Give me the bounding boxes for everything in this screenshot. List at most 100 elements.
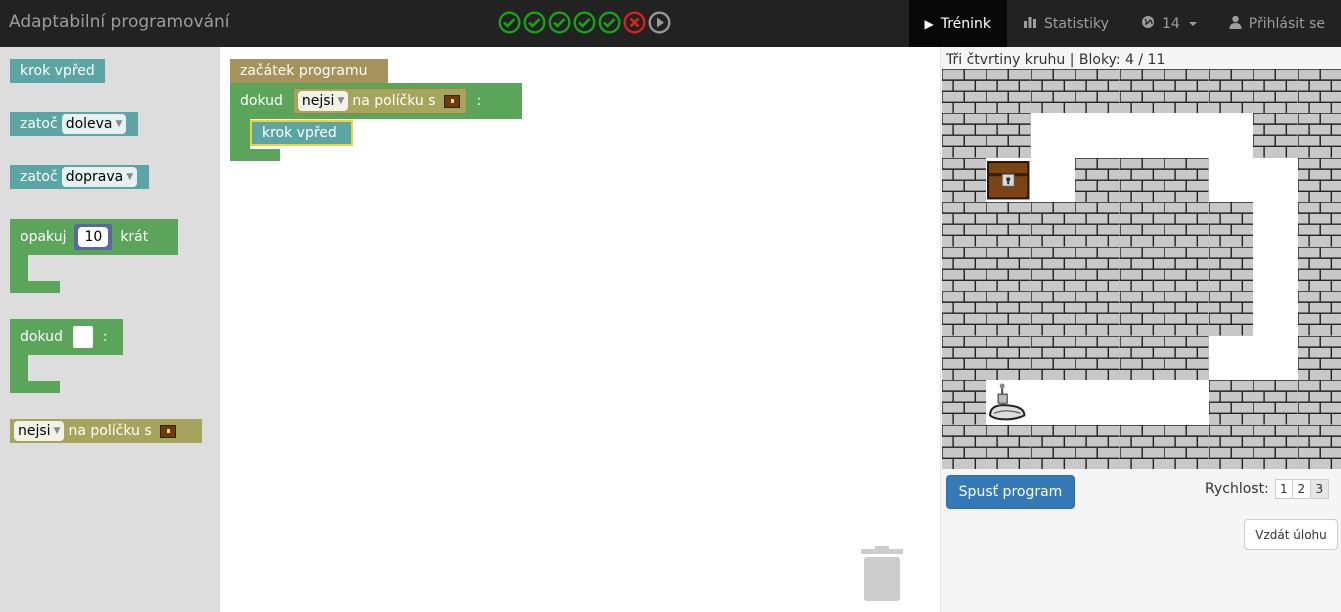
maze-wall-tile	[1296, 201, 1341, 247]
give-up-button[interactable]: Vzdát úlohu	[1244, 519, 1338, 550]
start-label: začátek programu	[240, 63, 368, 79]
caret-down-icon	[1188, 21, 1197, 26]
maze-wall-tile	[1207, 69, 1254, 114]
run-program-button[interactable]: Spusť program	[946, 475, 1075, 509]
condition-slot[interactable]	[72, 326, 93, 348]
maze-wall-tile	[1119, 423, 1165, 469]
maze-wall-tile	[1030, 201, 1076, 247]
maze-wall-tile	[1030, 290, 1076, 336]
maze-wall-tile	[1074, 157, 1120, 203]
nav-training[interactable]: ▶ Trénink	[908, 0, 1008, 47]
maze-wall-tile	[985, 290, 1031, 336]
while-block-spine	[230, 119, 250, 149]
trash-icon[interactable]	[861, 546, 903, 601]
nav-login-label: Přihlásit se	[1248, 15, 1325, 32]
chest-icon	[443, 94, 460, 108]
play-icon: ▶	[924, 16, 934, 31]
toolbox-turn-right-block[interactable]: zatoč doprava ▼	[10, 165, 150, 189]
maze-wall-tile	[1163, 157, 1209, 203]
maze-wall-tile	[942, 112, 987, 158]
maze-wall-tile	[1252, 112, 1298, 158]
maze-wall-tile	[1207, 423, 1254, 469]
maze-wall-tile	[1207, 290, 1254, 336]
maze-goal-tile	[986, 157, 1031, 203]
task-progress	[498, 11, 671, 34]
direction-dropdown[interactable]: doleva ▼	[61, 114, 127, 134]
play-circle-icon[interactable]	[648, 11, 671, 34]
program-workspace[interactable]: začátek programu dokud nejsi ▼ na políčku…	[220, 47, 940, 612]
maze-wall-tile	[1074, 290, 1120, 336]
program-forward-block[interactable]: krok vpřed	[250, 120, 353, 146]
maze-wall-tile	[1030, 334, 1076, 381]
toolbox-condition-block[interactable]: nejsi ▼ na políčku s	[10, 419, 202, 443]
bar-chart-icon	[1023, 16, 1037, 32]
maze-free-tile	[1253, 157, 1298, 203]
toolbox-repeat-block[interactable]: opakuj 10 krát	[10, 219, 178, 293]
program-while-block[interactable]: dokud nejsi ▼ na políčku s : krok vpřed	[230, 83, 522, 161]
forward-label: krok vpřed	[262, 125, 337, 141]
toolbox-turn-left-block[interactable]: zatoč doleva ▼	[10, 112, 139, 136]
maze-free-tile	[1253, 335, 1298, 381]
nav-menu: ▶ Trénink Statistiky 14 Přihlásit se	[908, 0, 1341, 47]
direction-value: doleva	[65, 116, 113, 132]
direction-value: doprava	[65, 169, 124, 185]
nav-stats-label: Statistiky	[1044, 15, 1109, 32]
toolbox-while-block[interactable]: dokud :	[10, 319, 123, 393]
nav-stats[interactable]: Statistiky	[1007, 0, 1125, 47]
maze-wall-tile	[942, 69, 987, 114]
speed-option-1[interactable]: 1	[1274, 479, 1293, 499]
program-start-block[interactable]: začátek programu	[230, 59, 388, 83]
on-tile-label: na políčku s	[68, 423, 152, 439]
maze-wall-tile	[1119, 69, 1165, 114]
check-circle-icon[interactable]	[573, 11, 596, 34]
negation-dropdown[interactable]: nejsi ▼	[14, 421, 65, 441]
program-condition-block[interactable]: nejsi ▼ na políčku s	[292, 88, 467, 114]
number-block[interactable]: 10	[74, 224, 113, 250]
check-circle-icon[interactable]	[548, 11, 571, 34]
maze-free-tile	[1208, 113, 1254, 158]
nav-training-label: Trénink	[940, 15, 992, 32]
speed-option-3[interactable]: 3	[1310, 479, 1329, 499]
check-circle-icon[interactable]	[598, 11, 621, 34]
x-circle-icon[interactable]	[623, 11, 646, 34]
repeat-block-spine	[10, 255, 28, 281]
maze-free-tile	[1030, 113, 1076, 158]
task-header: Tři čtvrtiny kruhu | Bloky: 4 / 11	[946, 52, 1166, 68]
maze-free-tile	[1253, 246, 1298, 292]
maze-wall-tile	[1074, 69, 1120, 114]
maze-free-tile	[1119, 380, 1165, 425]
maze-wall-tile	[1296, 157, 1341, 203]
maze-wall-tile	[1074, 246, 1120, 292]
check-circle-icon[interactable]	[498, 11, 521, 34]
maze-wall-tile	[1163, 69, 1209, 114]
nav-login[interactable]: Přihlásit se	[1213, 0, 1341, 47]
app-title[interactable]: Adaptabilní programování	[9, 12, 230, 32]
repeat-count[interactable]: 10	[78, 227, 109, 247]
maze-wall-tile	[1163, 246, 1209, 292]
direction-dropdown[interactable]: doprava ▼	[61, 167, 138, 187]
maze-free-tile	[1208, 335, 1254, 381]
speed-control: Rychlost: 1 2 3	[1205, 479, 1329, 499]
maze-wall-tile	[1163, 423, 1209, 469]
maze-wall-tile	[1252, 423, 1298, 469]
while-label: dokud	[240, 93, 283, 109]
maze-free-tile	[1164, 380, 1209, 425]
nav-level-dropdown[interactable]: 14	[1125, 0, 1213, 47]
maze-wall-tile	[1296, 423, 1341, 469]
maze-free-tile	[1253, 291, 1298, 336]
speed-option-2[interactable]: 2	[1292, 479, 1311, 499]
while-block-spine	[10, 355, 28, 381]
maze-wall-tile	[1252, 379, 1298, 425]
maze-wall-tile	[1296, 112, 1341, 158]
nav-level-label: 14	[1161, 15, 1180, 32]
maze-wall-tile	[1074, 201, 1120, 247]
chest-icon	[159, 424, 176, 438]
negation-dropdown[interactable]: nejsi ▼	[297, 91, 349, 111]
maze-wall-tile	[1074, 334, 1120, 381]
repeat-label: opakuj	[20, 229, 67, 245]
maze-wall-tile	[1119, 334, 1165, 381]
maze-free-tile	[1208, 157, 1254, 203]
check-circle-icon[interactable]	[523, 11, 546, 34]
dropdown-arrow-icon: ▼	[126, 172, 134, 182]
toolbox-forward-block[interactable]: krok vpřed	[10, 59, 105, 83]
